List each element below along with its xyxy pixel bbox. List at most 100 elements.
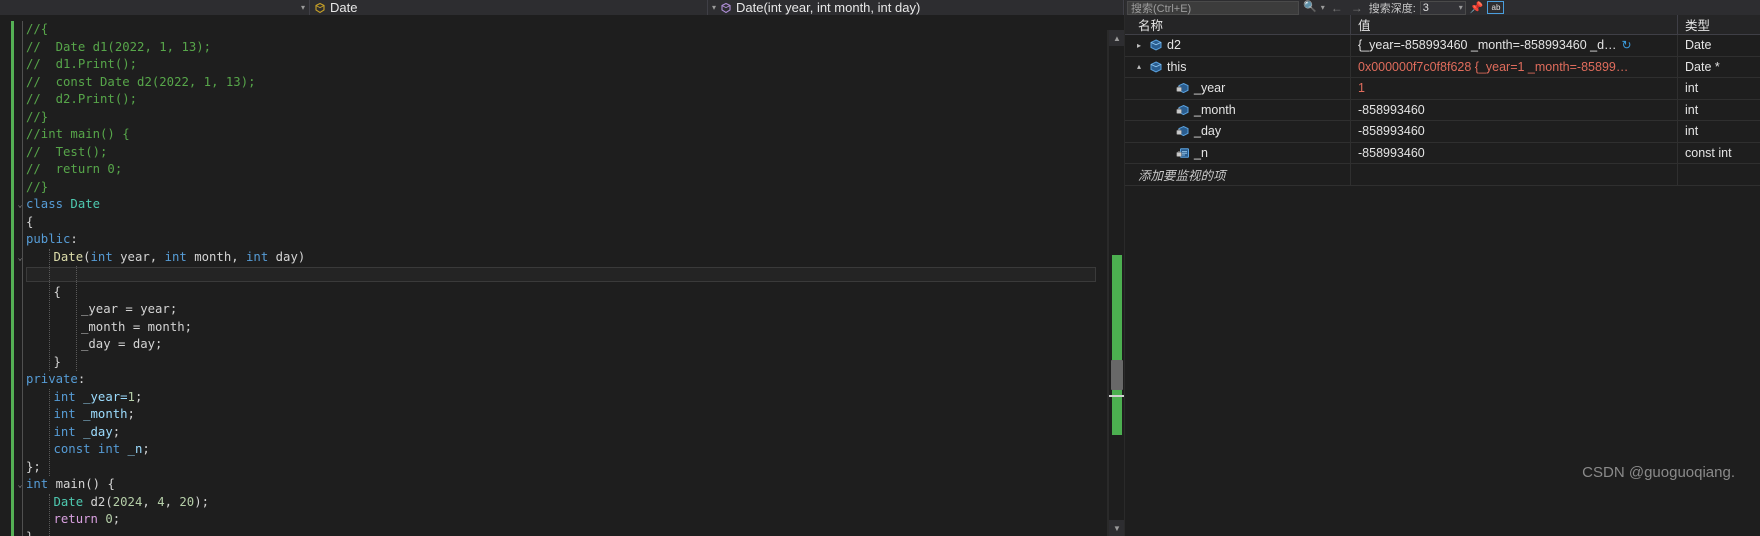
code-line[interactable]: ⌄ int main() { [0,476,1124,494]
pin-icon[interactable]: 📌 [1470,1,1484,14]
code-lines-container[interactable]: //{ // Date d1(2022, 1, 13); // d1.Print()… [0,15,1124,536]
code-line[interactable]: // d1.Print(); [0,56,1124,74]
code-token: //{ [26,22,49,36]
code-line[interactable]: // Test(); [0,143,1124,161]
nav-member-segment[interactable]: ▾ Date(int year, int month, int day) [708,0,1124,15]
nav-class-segment[interactable]: Date [310,0,708,15]
code-token: ; [112,424,121,439]
code-line[interactable]: // return 0; [0,161,1124,179]
watch-name-cell[interactable]: _n [1125,142,1351,163]
code-line[interactable]: public: [0,231,1124,249]
table-row[interactable]: _month -858993460 int [1125,99,1760,121]
code-line[interactable]: } [0,528,1124,536]
search-dropdown-caret-icon[interactable]: ▾ [1321,3,1325,12]
column-header-type[interactable]: 类型 [1678,15,1760,34]
column-header-value[interactable]: 值 [1351,15,1678,34]
editor-vertical-scrollbar[interactable]: ▲ ▼ [1108,30,1124,536]
code-line[interactable]: _month = month; [0,318,1124,336]
watch-name-cell[interactable]: _month [1125,99,1351,120]
fold-toggle-icon[interactable]: ⌄ [14,249,26,267]
watch-value-cell[interactable]: 0x000000f7c0f8f628 {_year=1 _month=-8589… [1351,56,1678,77]
code-line[interactable]: ⌄ Date(int year, int month, int day) [0,248,1124,267]
table-row[interactable]: ▸ d2 {_year=-858993460 _month=-858993460 … [1125,35,1760,57]
fold-toggle-icon[interactable]: ⌄ [14,476,26,494]
watch-name-cell[interactable]: _year [1125,78,1351,99]
watch-value-cell[interactable]: -858993460 [1351,121,1678,142]
scroll-down-arrow-icon[interactable]: ▼ [1109,520,1124,536]
nav-project-segment[interactable]: ▾ [0,0,310,15]
watch-value-cell[interactable]: -858993460 [1351,99,1678,120]
code-line[interactable]: :_n(1)已用时间 <= 6ms [0,266,1124,284]
change-indicator-bar [11,318,14,336]
code-line[interactable]: int _year=1; [0,388,1124,406]
add-watch-value-cell[interactable] [1351,164,1678,185]
table-row[interactable]: _day -858993460 int [1125,121,1760,143]
search-depth-select[interactable]: 3 ▾ [1419,0,1466,15]
const-field-lock-icon [1176,146,1190,160]
code-token: int [53,389,76,404]
code-line[interactable]: Date d2(2024, 4, 20); [0,493,1124,512]
code-line[interactable]: _year = year; [0,301,1124,319]
code-line[interactable]: int _day; [0,423,1124,441]
collapse-arrow-icon[interactable]: ▴ [1133,62,1145,71]
code-line[interactable]: //{ [0,21,1124,39]
code-line[interactable]: ⌄ class Date [0,196,1124,214]
search-prev-button[interactable]: ← [1329,2,1345,14]
add-watch-row[interactable]: 添加要监视的项 [1125,164,1760,186]
fold-toggle-icon[interactable]: ⌄ [14,196,26,214]
scroll-up-arrow-icon[interactable]: ▲ [1109,30,1124,46]
refresh-icon[interactable]: ↻ [1622,38,1632,52]
watch-type-cell: int [1685,81,1699,96]
change-indicator-bar [11,108,14,126]
code-line[interactable]: //int main() { [0,126,1124,144]
code-token: _month [75,407,128,421]
code-token: ); [194,494,210,509]
code-token: 2024 [112,494,143,509]
code-line-text: _day = day; [0,336,162,354]
watch-name-cell[interactable]: ▸ d2 [1125,35,1351,56]
code-line[interactable]: int _month; [0,406,1124,424]
change-indicator-bar [11,336,14,354]
ab-toggle-button[interactable]: ab [1487,1,1505,14]
code-line[interactable]: _day = day; [0,336,1124,354]
editor-navigation-bar: ▾ Date ▾ Date(int year, int month, int d… [0,0,1124,15]
table-row[interactable]: _year 1 int [1125,78,1760,100]
change-indicator-bar [11,38,14,56]
code-line[interactable]: { [0,283,1124,301]
add-watch-name-cell[interactable]: 添加要监视的项 [1125,164,1351,185]
watch-value-cell[interactable]: {_year=-858993460 _month=-858993460 _d… ↻ [1351,35,1678,56]
code-line-text: Date d2(2024, 4, 20); [0,494,210,512]
code-token: { [53,284,61,299]
watch-name-cell[interactable]: ▴ this [1125,56,1351,77]
search-input[interactable]: 搜索(Ctrl+E) [1127,0,1299,15]
table-row[interactable]: _n -858993460 const int [1125,142,1760,164]
scrollbar-thumb[interactable] [1111,360,1123,390]
code-line[interactable]: }; [0,458,1124,476]
code-line[interactable]: private: [0,371,1124,389]
column-header-name[interactable]: 名称 [1125,15,1351,34]
code-line[interactable]: const int _n; [0,441,1124,459]
code-line[interactable]: //} [0,108,1124,126]
watch-value-cell[interactable]: -858993460 [1351,142,1678,163]
watch-name-cell[interactable]: _day [1125,121,1351,142]
code-line[interactable]: { [0,213,1124,231]
code-line[interactable]: // const Date d2(2022, 1, 13); [0,73,1124,91]
code-text-area[interactable]: //{ // Date d1(2022, 1, 13); // d1.Print()… [0,15,1124,536]
change-indicator-bar [11,458,14,476]
chevron-down-icon-2: ▾ [712,2,717,12]
watch-value-cell[interactable]: 1 [1351,78,1678,99]
code-line[interactable]: // Date d1(2022, 1, 13); [0,38,1124,56]
code-line[interactable]: } [0,353,1124,371]
code-line[interactable]: // d2.Print(); [0,91,1124,109]
search-next-button[interactable]: → [1349,2,1365,14]
expand-arrow-icon[interactable]: ▸ [1133,41,1145,50]
code-token: int [164,249,187,264]
watch-panel: 搜索(Ctrl+E) 🔍 ▾ ← → 搜索深度: 3 ▾ 📌 ab 名称 值 类… [1124,0,1760,536]
table-row[interactable]: ▴ this 0x000000f7c0f8f628 {_year=1 _month… [1125,56,1760,78]
change-indicator-bar [11,283,14,301]
code-line[interactable]: //} [0,178,1124,196]
search-icon[interactable]: 🔍 [1303,2,1317,13]
add-watch-type-cell[interactable] [1678,164,1760,185]
code-line[interactable]: return 0; [0,511,1124,529]
watch-type-cell: Date * [1685,59,1720,74]
